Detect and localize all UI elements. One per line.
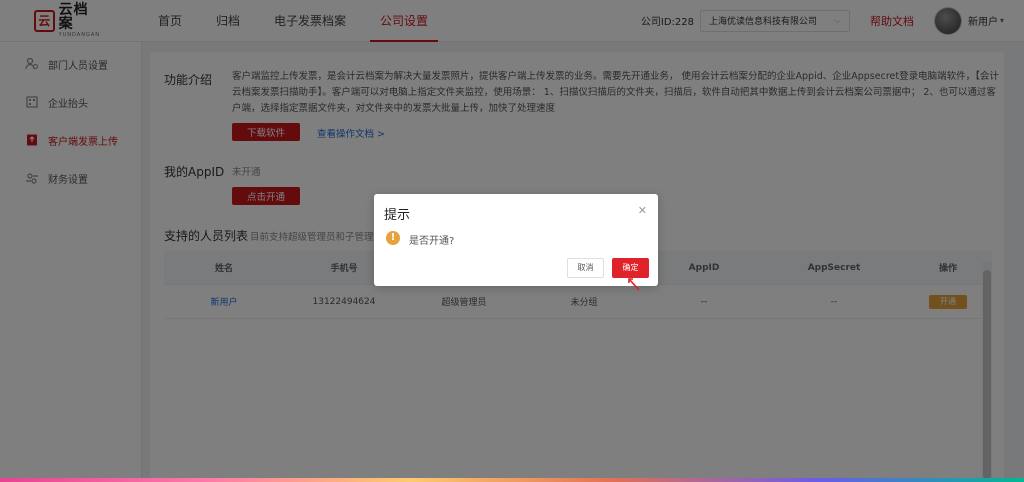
confirm-button[interactable]: 确定 (612, 258, 649, 278)
pointer-arrow-icon (628, 278, 640, 291)
cancel-button[interactable]: 取消 (567, 258, 604, 278)
dialog-message: 是否开通? (409, 236, 455, 247)
confirm-dialog: 提示 ✕ ! 是否开通? 取消 确定 (374, 194, 658, 286)
warning-icon: ! (386, 231, 400, 245)
dialog-title: 提示 (384, 208, 411, 223)
close-icon[interactable]: ✕ (638, 204, 647, 217)
taskbar-strip (0, 478, 1024, 482)
